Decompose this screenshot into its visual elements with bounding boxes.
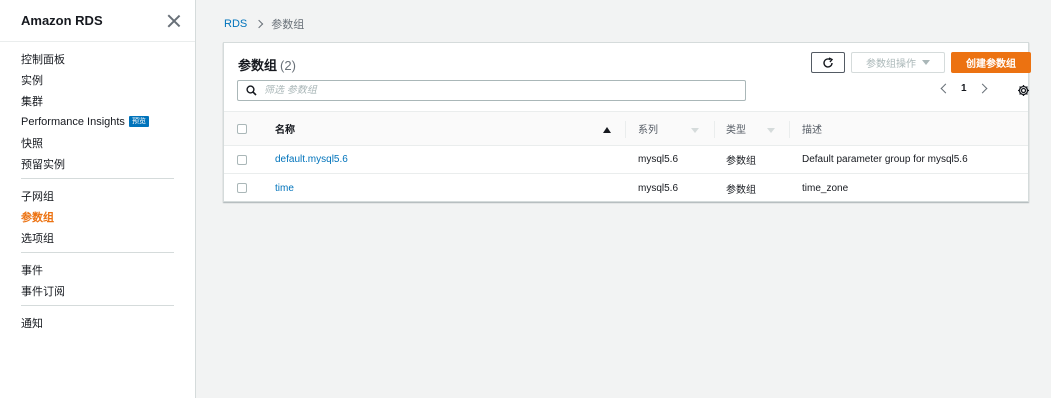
row-select-cell xyxy=(237,146,247,173)
column-header-name[interactable]: 名称 xyxy=(275,112,295,145)
main-content: RDS 参数组 参数组(2) 参数组操作 创建参数组 1 xyxy=(197,0,1051,398)
select-all-cell xyxy=(237,112,247,145)
family-cell: mysql5.6 xyxy=(638,154,679,165)
search-icon xyxy=(246,85,257,96)
caret-down-icon xyxy=(922,60,930,65)
sidebar-item-reserved-instances[interactable]: 预留实例 xyxy=(21,153,174,174)
sidebar-item-subnet-groups[interactable]: 子网组 xyxy=(21,185,174,206)
sidebar-item-label: 实例 xyxy=(21,74,43,87)
parameter-groups-table: 名称 系列 类型 描述 default.mysql5.6 mysql5.6 参数… xyxy=(224,111,1028,202)
search-input[interactable] xyxy=(264,85,724,96)
sidebar-item-events[interactable]: 事件 xyxy=(21,259,174,280)
search-box xyxy=(237,80,746,101)
description-cell: time_zone xyxy=(802,182,849,194)
sidebar-section-notifications: 通知 xyxy=(21,305,174,337)
table-row[interactable]: default.mysql5.6 mysql5.6 参数组 Default pa… xyxy=(224,146,1028,174)
sidebar-item-notifications[interactable]: 通知 xyxy=(21,312,174,333)
column-header-description[interactable]: 描述 xyxy=(802,112,822,145)
row-checkbox[interactable] xyxy=(237,154,247,165)
refresh-button[interactable] xyxy=(811,52,845,73)
sidebar-item-label: 选项组 xyxy=(21,232,54,245)
parameter-group-name-link[interactable]: time xyxy=(275,174,294,202)
sort-icon[interactable] xyxy=(767,128,775,133)
item-count: (2) xyxy=(280,58,296,73)
type-cell: 参数组 xyxy=(726,156,756,167)
sidebar-item-label: 通知 xyxy=(21,317,43,330)
sidebar-item-label: 快照 xyxy=(21,137,43,150)
type-cell: 参数组 xyxy=(726,184,756,196)
column-header-family[interactable]: 系列 xyxy=(638,112,658,145)
sort-icon[interactable] xyxy=(691,128,699,133)
sidebar-header: Amazon RDS xyxy=(0,0,195,42)
create-parameter-group-button[interactable]: 创建参数组 xyxy=(951,52,1031,73)
sidebar-item-label: Performance Insights xyxy=(21,115,125,128)
sidebar-item-parameter-groups[interactable]: 参数组 xyxy=(21,206,174,227)
sidebar-item-label: 参数组 xyxy=(21,211,54,224)
sidebar-item-label: 预留实例 xyxy=(21,158,65,171)
chevron-right-icon[interactable] xyxy=(977,83,988,94)
close-icon[interactable] xyxy=(167,14,181,28)
select-all-checkbox[interactable] xyxy=(237,123,247,134)
sidebar-item-label: 子网组 xyxy=(21,190,54,203)
sidebar-item-instances[interactable]: 实例 xyxy=(21,69,174,90)
sidebar-item-performance-insights[interactable]: Performance Insights 预览 xyxy=(21,111,174,132)
parameter-group-name-link[interactable]: default.mysql5.6 xyxy=(275,146,348,173)
actions-button-label: 参数组操作 xyxy=(866,59,916,70)
sidebar-item-snapshots[interactable]: 快照 xyxy=(21,132,174,153)
table-header-row: 名称 系列 类型 描述 xyxy=(224,111,1028,146)
column-divider xyxy=(714,121,715,138)
page-number[interactable]: 1 xyxy=(961,83,967,94)
row-select-cell xyxy=(237,174,247,202)
sidebar-title: Amazon RDS xyxy=(21,13,103,28)
sidebar-section-main: 控制面板 实例 集群 Performance Insights 预览 快照 预留实… xyxy=(21,42,174,178)
family-cell: mysql5.6 xyxy=(638,182,679,194)
sidebar-item-label: 事件 xyxy=(21,264,43,277)
description-cell: Default parameter group for mysql5.6 xyxy=(802,154,968,165)
column-divider xyxy=(625,121,626,138)
parameter-group-actions-button[interactable]: 参数组操作 xyxy=(851,52,945,73)
sidebar-item-option-groups[interactable]: 选项组 xyxy=(21,227,174,248)
parameter-groups-panel: 参数组(2) 参数组操作 创建参数组 1 xyxy=(223,42,1031,202)
breadcrumb-current: 参数组 xyxy=(271,19,305,31)
breadcrumb-link-rds[interactable]: RDS xyxy=(224,18,247,30)
pagination: 1 xyxy=(940,83,988,94)
sidebar-item-dashboard[interactable]: 控制面板 xyxy=(21,48,174,69)
panel-title-text: 参数组 xyxy=(238,58,278,73)
column-header-type[interactable]: 类型 xyxy=(726,112,746,145)
sidebar-item-event-subscriptions[interactable]: 事件订阅 xyxy=(21,280,174,301)
row-checkbox[interactable] xyxy=(237,183,247,193)
sidebar-item-clusters[interactable]: 集群 xyxy=(21,90,174,111)
sidebar-section-groups: 子网组 参数组 选项组 xyxy=(21,178,174,252)
table-row[interactable]: time mysql5.6 参数组 time_zone xyxy=(224,174,1028,202)
page-title: 参数组 (2) xyxy=(238,55,296,74)
sidebar-section-events: 事件 事件订阅 xyxy=(21,252,174,305)
sidebar-nav: Amazon RDS 控制面板 实例 集群 Performance Insigh… xyxy=(0,0,196,398)
sidebar-item-label: 集群 xyxy=(21,95,43,108)
preview-badge: 预览 xyxy=(128,116,149,127)
sidebar-item-label: 控制面板 xyxy=(21,53,65,66)
sidebar-item-label: 事件订阅 xyxy=(21,285,65,298)
sort-ascending-icon[interactable] xyxy=(603,127,611,133)
gear-icon[interactable] xyxy=(1017,84,1030,97)
refresh-icon xyxy=(823,56,834,68)
chevron-right-icon xyxy=(254,19,264,29)
breadcrumb: RDS 参数组 xyxy=(224,16,304,32)
column-divider xyxy=(789,121,790,138)
chevron-left-icon[interactable] xyxy=(940,83,951,94)
